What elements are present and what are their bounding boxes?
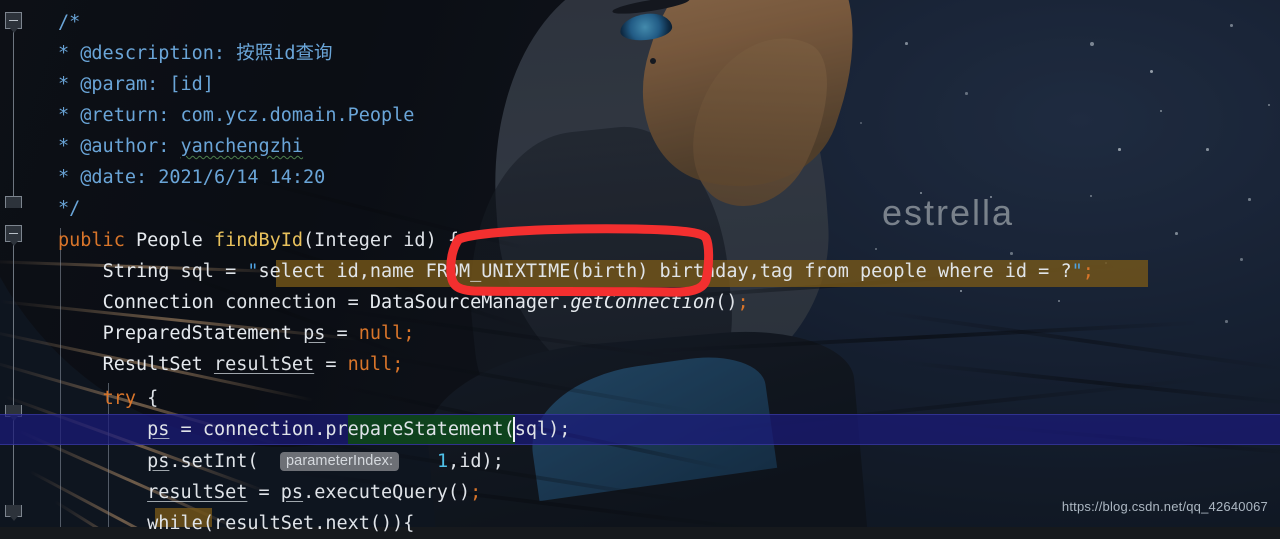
code-line-6[interactable]: * @date: 2021/6/14 14:20 (0, 162, 1280, 193)
code-line-13-try[interactable]: try { (0, 383, 1280, 414)
code-token-description-value: 按照id查询 (236, 43, 332, 64)
code-token-arg-one: 1 (437, 451, 448, 472)
code-token-var-connection: connection (225, 292, 336, 313)
code-token-equals: = (348, 292, 359, 313)
code-token-type-people: People (136, 230, 203, 251)
code-line-2[interactable]: * @description: 按照id查询 (0, 38, 1280, 69)
code-token-description-tag: @description: (80, 43, 225, 64)
code-token-arg-id: ,id); (448, 451, 504, 472)
code-token-return-value: com.ycz.domain.People (181, 105, 415, 126)
code-token-equals: = (225, 261, 236, 282)
code-token-param-value: [id] (169, 74, 214, 95)
code-line-1[interactable]: /* (0, 7, 1280, 38)
code-line-15-setint-args[interactable]: 1,id); (0, 446, 1280, 477)
code-token-keyword-null: null (348, 354, 393, 375)
code-token-method-preparestatement: prepareStatement (325, 419, 503, 440)
code-token-equals: = (259, 482, 270, 503)
code-token-parens: () (448, 482, 470, 503)
red-annotation-rectangle (440, 222, 730, 307)
code-token-dot: . (314, 419, 325, 440)
code-token-author-tag: @author: (80, 136, 169, 157)
code-token-return-tag: @return: (80, 105, 169, 126)
code-line-7[interactable]: */ (0, 193, 1280, 224)
parameter-name-hint: parameterIndex: (280, 452, 399, 471)
code-token-var-resultset: resultSet (147, 482, 247, 503)
code-token-dot: . (303, 482, 314, 503)
code-line-11-preparedstatement[interactable]: PreparedStatement ps = null; (0, 318, 1280, 349)
code-token-var-ps: ps (147, 419, 169, 440)
code-token-quote-open: " (247, 261, 258, 282)
code-token-sql-part-a: select id,name (259, 261, 426, 282)
code-token-semicolon: ; (470, 482, 481, 503)
code-token-doc-star: * (58, 43, 69, 64)
code-token-doc-star: * (58, 167, 69, 188)
code-token-date-value: 2021/6/14 14:20 (158, 167, 325, 188)
code-token-type-preparedstatement: PreparedStatement (103, 323, 292, 344)
code-token-equals: = (325, 354, 336, 375)
code-token-doc-star: * (58, 105, 69, 126)
code-token-var-ps: ps (281, 482, 303, 503)
code-token-var-ps: ps (303, 323, 325, 344)
code-token-keyword-while: while (147, 513, 203, 534)
code-token-equals: = (336, 323, 347, 344)
code-token-while-rest: (resultSet.next()){ (203, 513, 415, 534)
code-token-doc-close: */ (58, 198, 80, 219)
code-token-semicolon: ; (1083, 261, 1094, 282)
code-token-signature-rest: (Integer id) { (303, 230, 459, 251)
code-token-var-sql: sql (181, 261, 214, 282)
code-token-keyword-public: public (58, 230, 125, 251)
code-token-method-findbyid: findById (214, 230, 303, 251)
code-token-keyword-try: try (103, 388, 136, 409)
code-token-semicolon: ; (403, 323, 414, 344)
code-token-var-connection: connection (203, 419, 314, 440)
code-token-equals: = (181, 419, 192, 440)
code-line-4[interactable]: * @return: com.ycz.domain.People (0, 100, 1280, 131)
code-token-var-resultset: resultSet (214, 354, 314, 375)
code-token-type-connection: Connection (103, 292, 214, 313)
code-token-quote-close: " (1072, 261, 1083, 282)
code-line-14-preparestatement[interactable]: ps = connection.prepareStatement(sql); (0, 414, 1280, 445)
code-token-method-executequery: executeQuery (314, 482, 448, 503)
csdn-watermark: https://blog.csdn.net/qq_42640067 (1062, 499, 1268, 514)
code-token-author-value: yanchengzhi (181, 136, 304, 157)
code-token-date-tag: @date: (80, 167, 147, 188)
code-token-type-resultset: ResultSet (103, 354, 203, 375)
code-line-5[interactable]: * @author: yanchengzhi (0, 131, 1280, 162)
code-editor[interactable]: /* * @description: 按照id查询 * @param: [id]… (0, 0, 1280, 527)
code-token-semicolon: ; (737, 292, 748, 313)
code-line-3[interactable]: * @param: [id] (0, 69, 1280, 100)
code-token-brace-open: { (147, 388, 158, 409)
code-token-doc-star: * (58, 74, 69, 95)
text-caret (513, 417, 515, 442)
code-token-doc-star: * (58, 136, 69, 157)
code-token-keyword-null: null (359, 323, 404, 344)
code-token-param-tag: @param: (80, 74, 158, 95)
code-token-semicolon: ; (392, 354, 403, 375)
code-line-12-resultset[interactable]: ResultSet resultSet = null; (0, 349, 1280, 380)
code-token-type-string: String (103, 261, 170, 282)
code-token-doc-open: /* (58, 12, 80, 33)
